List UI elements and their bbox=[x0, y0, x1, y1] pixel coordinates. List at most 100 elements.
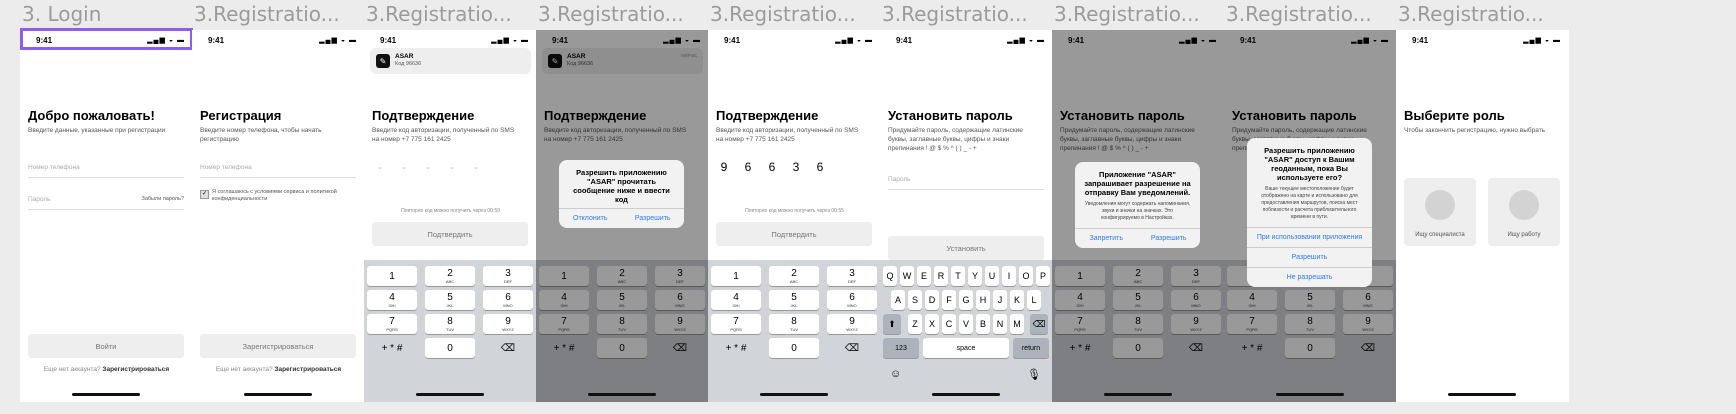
key[interactable]: O bbox=[1019, 266, 1033, 286]
avatar-placeholder bbox=[1425, 190, 1455, 220]
code-digit[interactable]: - bbox=[468, 160, 484, 174]
key-1[interactable]: 1 bbox=[367, 266, 417, 286]
key-3[interactable]: 3DEF bbox=[827, 266, 877, 286]
code-digit[interactable]: - bbox=[420, 160, 436, 174]
deny-button[interactable]: Не разрешать bbox=[1247, 267, 1372, 287]
key[interactable]: N bbox=[993, 314, 1007, 334]
key[interactable]: T bbox=[951, 266, 965, 286]
key[interactable]: X bbox=[925, 314, 939, 334]
code-digit[interactable]: - bbox=[444, 160, 460, 174]
allow-while-using-button[interactable]: При использовании приложения bbox=[1247, 227, 1372, 247]
sms-notification[interactable]: ✎ ASAR Код 96636 bbox=[370, 48, 531, 74]
key-9[interactable]: 9 WXYZ bbox=[827, 314, 877, 334]
delete-icon[interactable]: ⌫ bbox=[827, 338, 877, 358]
key[interactable]: W bbox=[900, 266, 914, 286]
code-digit[interactable]: 6 bbox=[764, 160, 780, 174]
key[interactable]: E bbox=[917, 266, 931, 286]
home-indicator bbox=[588, 393, 656, 396]
key[interactable]: Y bbox=[968, 266, 982, 286]
key-5[interactable]: 5 JKL bbox=[425, 290, 475, 310]
key[interactable]: I bbox=[1002, 266, 1016, 286]
code-digit[interactable]: 6 bbox=[812, 160, 828, 174]
key[interactable]: F bbox=[942, 290, 956, 310]
agree-checkbox[interactable]: ✓ bbox=[200, 190, 209, 199]
key-special[interactable]: + * # bbox=[367, 338, 417, 358]
key[interactable]: L bbox=[1027, 290, 1041, 310]
code-digit[interactable]: 9 bbox=[716, 160, 732, 174]
deny-button[interactable]: Запретить bbox=[1075, 229, 1138, 248]
key-8[interactable]: 8 TUV bbox=[769, 314, 819, 334]
forgot-password-link[interactable]: Забыли пароль? bbox=[142, 196, 184, 202]
key-9[interactable]: 9 WXYZ bbox=[483, 314, 533, 334]
key[interactable]: D bbox=[925, 290, 939, 310]
key[interactable]: C bbox=[942, 314, 956, 334]
deny-button[interactable]: Отклонить bbox=[559, 209, 622, 228]
frame-label: 3.Registratio... bbox=[538, 2, 684, 26]
key[interactable]: V bbox=[959, 314, 973, 334]
key[interactable]: J bbox=[993, 290, 1007, 310]
key-6[interactable]: 6 MNO bbox=[483, 290, 533, 310]
key[interactable]: M bbox=[1010, 314, 1024, 334]
key-4[interactable]: 4 GHI bbox=[711, 290, 761, 310]
role-card-specialist[interactable]: Ищу специалиста bbox=[1404, 178, 1476, 246]
emoji-icon[interactable]: ☺ bbox=[890, 368, 901, 380]
allow-button[interactable]: Разрешить bbox=[1138, 229, 1201, 248]
microphone-icon[interactable]: 🎙 bbox=[1027, 368, 1041, 381]
delete-icon[interactable]: ⌫ bbox=[483, 338, 533, 358]
key-3[interactable]: 3DEF bbox=[483, 266, 533, 286]
allow-button[interactable]: Разрешить bbox=[622, 209, 685, 228]
key-2[interactable]: 2ABC bbox=[425, 266, 475, 286]
numbers-key[interactable]: 123 bbox=[883, 338, 919, 358]
status-icons: ▂▄▆ ◒ ▬ bbox=[1523, 37, 1561, 44]
set-password-button[interactable]: Установить bbox=[888, 236, 1044, 260]
key-7[interactable]: 7 PQRS bbox=[711, 314, 761, 334]
key-5[interactable]: 5 JKL bbox=[769, 290, 819, 310]
key-0[interactable]: 0 bbox=[769, 338, 819, 358]
code-digit[interactable]: - bbox=[396, 160, 412, 174]
key-0[interactable]: 0 bbox=[425, 338, 475, 358]
allow-button[interactable]: Разрешить bbox=[1247, 247, 1372, 267]
password-field[interactable]: Пароль Забыли пароль? bbox=[28, 196, 184, 210]
key-6[interactable]: 6 MNO bbox=[827, 290, 877, 310]
key-special[interactable]: + * # bbox=[711, 338, 761, 358]
key[interactable]: K bbox=[1010, 290, 1024, 310]
page-subtitle: Введите код авторизации, полученный по S… bbox=[372, 127, 515, 143]
confirm-button[interactable]: Подтвердить bbox=[372, 222, 528, 246]
alert-title: Разрешить приложению "ASAR" прочитать со… bbox=[573, 168, 670, 204]
home-indicator bbox=[416, 393, 484, 396]
code-digit[interactable]: - bbox=[372, 160, 388, 174]
key-4[interactable]: 4 GHI bbox=[367, 290, 417, 310]
register-link[interactable]: Зарегистрироваться bbox=[102, 366, 169, 373]
key[interactable]: R bbox=[934, 266, 948, 286]
role-card-job[interactable]: Ищу работу bbox=[1488, 178, 1560, 246]
phone-field[interactable]: Номер телефона bbox=[200, 164, 356, 178]
key[interactable]: A bbox=[891, 290, 905, 310]
key[interactable]: P bbox=[1036, 266, 1050, 286]
key-2[interactable]: 2ABC bbox=[769, 266, 819, 286]
shift-icon[interactable]: ⬆ bbox=[883, 314, 901, 334]
home-indicator bbox=[932, 393, 1000, 396]
key-1[interactable]: 1 bbox=[711, 266, 761, 286]
key[interactable]: Q bbox=[883, 266, 897, 286]
key-8[interactable]: 8 TUV bbox=[425, 314, 475, 334]
return-key[interactable]: return bbox=[1013, 338, 1049, 358]
role-label: Ищу работу bbox=[1507, 232, 1541, 238]
key[interactable]: B bbox=[976, 314, 990, 334]
password-field[interactable]: Пароль bbox=[888, 176, 1044, 190]
register-button[interactable]: Зарегистрироваться bbox=[200, 334, 356, 358]
key-7[interactable]: 7 PQRS bbox=[367, 314, 417, 334]
key[interactable]: Z bbox=[908, 314, 922, 334]
login-button[interactable]: Войти bbox=[28, 334, 184, 358]
code-digit[interactable]: 3 bbox=[788, 160, 804, 174]
status-bar: 9:41 ▂▄▆ ◒ ▬ bbox=[192, 30, 365, 52]
space-key[interactable]: space bbox=[923, 338, 1009, 358]
key[interactable]: S bbox=[908, 290, 922, 310]
delete-icon[interactable]: ⌫ bbox=[1030, 314, 1048, 334]
code-digit[interactable]: 6 bbox=[740, 160, 756, 174]
key[interactable]: U bbox=[985, 266, 999, 286]
key[interactable]: G bbox=[959, 290, 973, 310]
phone-field[interactable]: Номер телефона bbox=[28, 164, 184, 178]
confirm-button[interactable]: Подтвердить bbox=[716, 222, 872, 246]
register-link[interactable]: Зарегистрироваться bbox=[274, 366, 341, 373]
key[interactable]: H bbox=[976, 290, 990, 310]
